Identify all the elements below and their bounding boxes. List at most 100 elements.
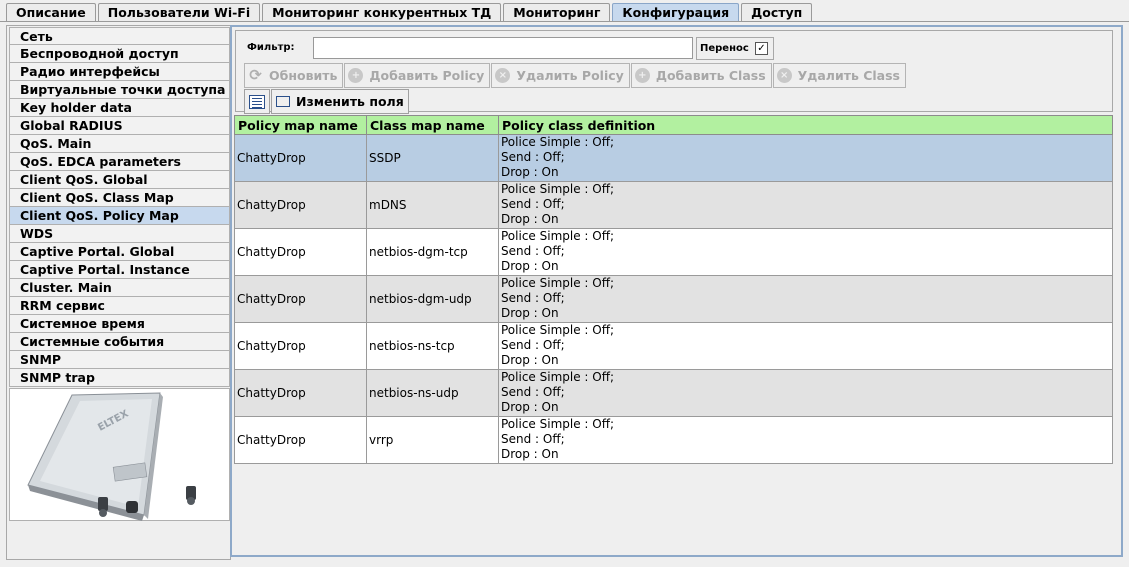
filter-input[interactable] (313, 37, 693, 59)
cell-class-map-name: netbios-dgm-udp (366, 275, 499, 323)
sidebar-item-snmp[interactable]: SNMP (9, 351, 230, 369)
cell-policy-map-name: ChattyDrop (234, 228, 367, 276)
wrap-label: Перенос (700, 43, 749, 54)
tab-description[interactable]: Описание (6, 3, 96, 22)
edit-fields-icon (276, 96, 290, 107)
cell-class-map-name: netbios-ns-tcp (366, 322, 499, 370)
edit-fields-button[interactable]: Изменить поля (271, 89, 409, 114)
tab-configuration[interactable]: Конфигурация (612, 3, 740, 22)
refresh-icon: ⟳ (249, 66, 262, 84)
column-header-policy-map-name[interactable]: Policy map name (234, 115, 367, 135)
wrap-checkbox[interactable]: ✓ (755, 42, 768, 55)
table-row[interactable]: ChattyDrop netbios-ns-tcp Police Simple … (234, 322, 1113, 370)
table-row[interactable]: ChattyDrop netbios-ns-udp Police Simple … (234, 369, 1113, 417)
top-tab-bar: Описание Пользователи Wi-Fi Мониторинг к… (6, 3, 814, 22)
cell-policy-class-definition: Police Simple : Off; Send : Off; Drop : … (498, 228, 1113, 276)
sidebar-item-wireless-access[interactable]: Беспроводной доступ (9, 45, 230, 63)
definition-line: Drop : On (501, 212, 559, 226)
cell-policy-class-definition: Police Simple : Off; Send : Off; Drop : … (498, 181, 1113, 229)
definition-line: Police Simple : Off; (501, 370, 615, 384)
main-panel: Фильтр: Перенос ✓ ⟳ Обновить + Добавить … (230, 25, 1123, 557)
definition-line: Drop : On (501, 259, 559, 273)
sidebar-item-wds[interactable]: WDS (9, 225, 230, 243)
edit-fields-button-label: Изменить поля (296, 94, 404, 109)
definition-line: Send : Off; (501, 432, 565, 446)
cell-policy-class-definition: Police Simple : Off; Send : Off; Drop : … (498, 369, 1113, 417)
table-row[interactable]: ChattyDrop netbios-dgm-udp Police Simple… (234, 275, 1113, 323)
cell-class-map-name: netbios-ns-udp (366, 369, 499, 417)
add-policy-button[interactable]: + Добавить Policy (344, 63, 491, 88)
sidebar-item-client-qos-global[interactable]: Client QoS. Global (9, 171, 230, 189)
tab-monitoring[interactable]: Мониторинг (503, 3, 611, 22)
delete-class-button[interactable]: × Удалить Class (772, 63, 906, 88)
sidebar-item-cluster-main[interactable]: Cluster. Main (9, 279, 230, 297)
table-row[interactable]: ChattyDrop SSDP Police Simple : Off; Sen… (234, 134, 1113, 182)
cell-policy-class-definition: Police Simple : Off; Send : Off; Drop : … (498, 322, 1113, 370)
delete-class-button-label: Удалить Class (797, 68, 900, 83)
sidebar-item-rrm-service[interactable]: RRM сервис (9, 297, 230, 315)
cell-class-map-name: SSDP (366, 134, 499, 182)
sidebar-item-client-qos-class-map[interactable]: Client QoS. Class Map (9, 189, 230, 207)
delete-circle-icon: × (495, 68, 511, 83)
sidebar-item-captive-portal-instance[interactable]: Captive Portal. Instance (9, 261, 230, 279)
add-class-button-label: Добавить Class (655, 68, 766, 83)
cell-policy-class-definition: Police Simple : Off; Send : Off; Drop : … (498, 275, 1113, 323)
add-circle-icon: + (348, 68, 364, 83)
definition-line: Drop : On (501, 353, 559, 367)
sidebar-item-system-time[interactable]: Системное время (9, 315, 230, 333)
tab-bar-divider (0, 21, 1129, 22)
table-row[interactable]: ChattyDrop vrrp Police Simple : Off; Sen… (234, 416, 1113, 464)
sidebar-item-global-radius[interactable]: Global RADIUS (9, 117, 230, 135)
cell-policy-class-definition: Police Simple : Off; Send : Off; Drop : … (498, 134, 1113, 182)
definition-line: Drop : On (501, 447, 559, 461)
column-list-button[interactable] (244, 89, 270, 114)
definition-line: Send : Off; (501, 291, 565, 305)
definition-line: Send : Off; (501, 244, 565, 258)
sidebar-item-network[interactable]: Сеть (9, 27, 230, 45)
definition-line: Police Simple : Off; (501, 276, 615, 290)
cell-class-map-name: mDNS (366, 181, 499, 229)
delete-circle-icon: × (776, 68, 792, 83)
filter-label: Фильтр: (247, 42, 295, 53)
cell-policy-map-name: ChattyDrop (234, 275, 367, 323)
definition-line: Drop : On (501, 306, 559, 320)
sidebar-item-radio-interfaces[interactable]: Радио интерфейсы (9, 63, 230, 81)
add-class-button[interactable]: + Добавить Class (630, 63, 772, 88)
sidebar-item-key-holder-data[interactable]: Key holder data (9, 99, 230, 117)
sidebar-item-qos-main[interactable]: QoS. Main (9, 135, 230, 153)
definition-line: Police Simple : Off; (501, 182, 615, 196)
wrap-toggle[interactable]: Перенос ✓ (696, 37, 774, 60)
sidebar-item-captive-portal-global[interactable]: Captive Portal. Global (9, 243, 230, 261)
config-sidebar: Сеть Беспроводной доступ Радио интерфейс… (6, 25, 231, 560)
definition-line: Send : Off; (501, 385, 565, 399)
secondary-buttons: Изменить поля (244, 89, 410, 114)
sidebar-item-system-events[interactable]: Системные события (9, 333, 230, 351)
cell-policy-map-name: ChattyDrop (234, 181, 367, 229)
refresh-button-label: Обновить (269, 68, 338, 83)
table-row[interactable]: ChattyDrop netbios-dgm-tcp Police Simple… (234, 228, 1113, 276)
tab-wifi-users[interactable]: Пользователи Wi-Fi (97, 3, 261, 22)
action-buttons: ⟳ Обновить + Добавить Policy × Удалить P… (244, 63, 907, 88)
definition-line: Send : Off; (501, 197, 565, 211)
tab-access[interactable]: Доступ (741, 3, 813, 22)
cell-policy-map-name: ChattyDrop (234, 322, 367, 370)
refresh-button[interactable]: ⟳ Обновить (244, 63, 344, 88)
column-header-class-map-name[interactable]: Class map name (366, 115, 499, 135)
cell-class-map-name: vrrp (366, 416, 499, 464)
column-header-policy-class-definition[interactable]: Policy class definition (498, 115, 1113, 135)
cell-class-map-name: netbios-dgm-tcp (366, 228, 499, 276)
cell-policy-map-name: ChattyDrop (234, 369, 367, 417)
policy-map-table: Policy map name Class map name Policy cl… (234, 115, 1113, 464)
tab-competitor-ap-monitoring[interactable]: Мониторинг конкурентных ТД (262, 3, 502, 22)
delete-policy-button-label: Удалить Policy (516, 68, 624, 83)
sidebar-item-client-qos-policy-map[interactable]: Client QoS. Policy Map (9, 207, 230, 225)
cell-policy-class-definition: Police Simple : Off; Send : Off; Drop : … (498, 416, 1113, 464)
table-row[interactable]: ChattyDrop mDNS Police Simple : Off; Sen… (234, 181, 1113, 229)
sidebar-item-qos-edca[interactable]: QoS. EDCA parameters (9, 153, 230, 171)
definition-line: Drop : On (501, 165, 559, 179)
delete-policy-button[interactable]: × Удалить Policy (491, 63, 630, 88)
sidebar-item-virtual-aps[interactable]: Виртуальные точки доступа (9, 81, 230, 99)
add-policy-button-label: Добавить Policy (369, 68, 485, 83)
sidebar-item-snmp-trap[interactable]: SNMP trap (9, 369, 230, 387)
add-circle-icon: + (634, 68, 650, 83)
